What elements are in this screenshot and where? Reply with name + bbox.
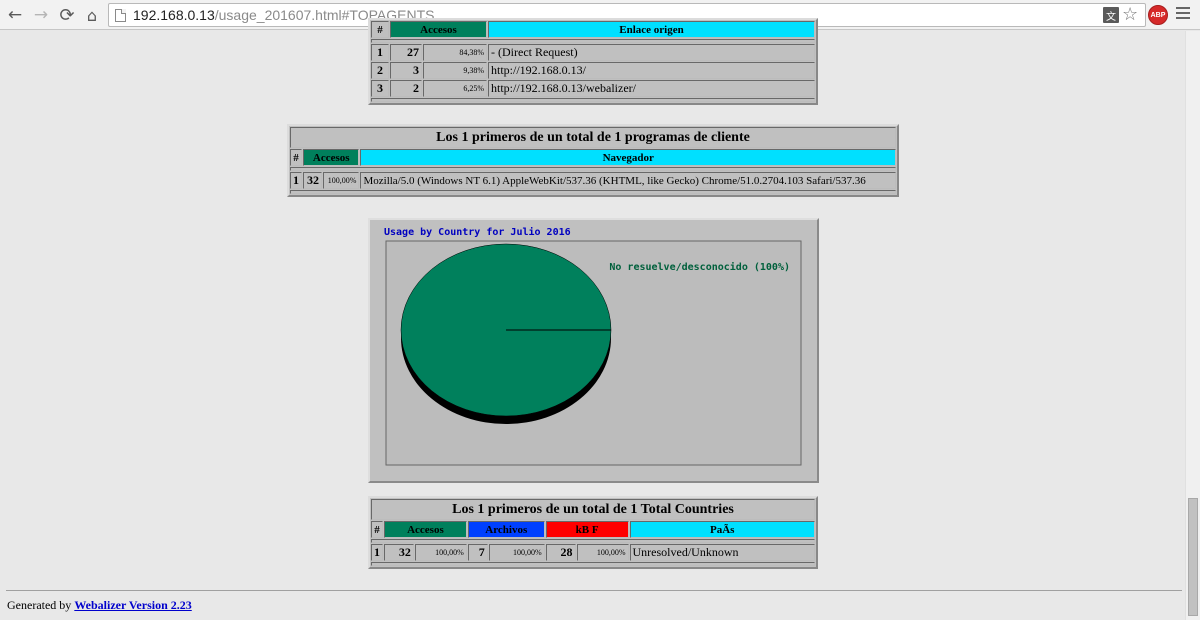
- header-hits: Accesos: [384, 521, 467, 538]
- header-index: #: [371, 521, 383, 538]
- page-icon: [115, 9, 126, 22]
- row-browser: Mozilla/5.0 (Windows NT 6.1) AppleWebKit…: [360, 172, 896, 189]
- table-row: 1 27 84,38% - (Direct Request): [371, 44, 815, 61]
- header-index: #: [371, 21, 389, 38]
- footer-prefix: Generated by: [7, 598, 72, 612]
- row-index: 1: [371, 44, 389, 61]
- agents-title-row: Los 1 primeros de un total de 1 programa…: [290, 127, 896, 148]
- bookmark-star-icon[interactable]: ☆: [1122, 4, 1138, 25]
- header-index: #: [290, 149, 302, 166]
- reload-button[interactable]: ⟳: [56, 4, 78, 26]
- back-button[interactable]: ←: [4, 4, 26, 26]
- row-referrer: - (Direct Request): [488, 44, 815, 61]
- row-index: 1: [371, 544, 383, 561]
- agents-title: Los 1 primeros de un total de 1 programa…: [290, 127, 896, 148]
- country-pie-chart: Usage by Country for Julio 2016 No resue…: [368, 218, 819, 483]
- header-kbytes: kB F: [545, 521, 629, 538]
- table-row: 1 32 100,00% 7 100,00% 28 100,00% Unreso…: [371, 544, 815, 561]
- home-button[interactable]: ⌂: [81, 4, 103, 26]
- separator-row: [371, 98, 815, 102]
- menu-icon[interactable]: [1176, 7, 1190, 21]
- arrow-right-icon: →: [33, 5, 49, 25]
- table-row: 1 32 100,00% Mozilla/5.0 (Windows NT 6.1…: [290, 172, 896, 189]
- row-hits: 2: [390, 80, 422, 97]
- header-files: Archivos: [467, 521, 545, 538]
- row-index: 3: [371, 80, 389, 97]
- countries-title: Los 1 primeros de un total de 1 Total Co…: [371, 499, 815, 520]
- row-pct: 84,38%: [423, 44, 487, 61]
- row-hits: 27: [390, 44, 422, 61]
- reload-icon: ⟳: [59, 4, 75, 26]
- translate-icon[interactable]: 文: [1103, 7, 1119, 23]
- countries-title-row: Los 1 primeros de un total de 1 Total Co…: [371, 499, 815, 520]
- header-browser: Navegador: [360, 149, 896, 166]
- scrollbar-thumb[interactable]: [1188, 498, 1198, 616]
- row-referrer: http://192.168.0.13/: [488, 62, 815, 79]
- referrers-table: # Accesos Enlace origen 1 27 84,38% - (D…: [368, 18, 818, 105]
- pie-chart-svg: Usage by Country for Julio 2016 No resue…: [384, 226, 802, 466]
- countries-table: Los 1 primeros de un total de 1 Total Co…: [368, 496, 818, 569]
- header-hits: Accesos: [390, 21, 487, 38]
- row-hits: 32: [303, 172, 322, 189]
- adblock-icon[interactable]: ABP: [1148, 5, 1168, 25]
- footer-divider: [6, 590, 1182, 591]
- separator-row: [290, 167, 896, 171]
- row-country: Unresolved/Unknown: [629, 544, 815, 561]
- row-pct: 6,25%: [423, 80, 487, 97]
- row-index: 1: [290, 172, 302, 189]
- row-kbytes: 28: [545, 544, 576, 561]
- webalizer-link[interactable]: Webalizer Version 2.23: [74, 598, 191, 612]
- table-row: 3 2 6,25% http://192.168.0.13/webalizer/: [371, 80, 815, 97]
- row-hits-pct: 100,00%: [414, 544, 467, 561]
- row-files-pct: 100,00%: [488, 544, 545, 561]
- separator-row: [371, 39, 815, 43]
- referrers-header-row: # Accesos Enlace origen: [371, 21, 815, 38]
- row-pct: 100,00%: [322, 172, 360, 189]
- arrow-left-icon: ←: [7, 5, 23, 25]
- row-hits: 3: [390, 62, 422, 79]
- home-icon: ⌂: [86, 5, 98, 25]
- agents-header-row: # Accesos Navegador: [290, 149, 896, 166]
- slice-label: No resuelve/desconocido (100%): [609, 261, 790, 273]
- countries-header-row: # Accesos Archivos kB F PaÃs: [371, 521, 815, 538]
- separator-row: [290, 190, 896, 194]
- separator-row: [371, 562, 815, 566]
- row-files: 7: [467, 544, 488, 561]
- row-referrer: http://192.168.0.13/webalizer/: [488, 80, 815, 97]
- vertical-scrollbar[interactable]: [1185, 31, 1200, 620]
- header-country: PaÃs: [629, 521, 815, 538]
- chart-title: Usage by Country for Julio 2016: [384, 226, 571, 238]
- header-hits: Accesos: [303, 149, 360, 166]
- pie-group: [400, 243, 612, 424]
- row-kbytes-pct: 100,00%: [576, 544, 629, 561]
- header-referrer: Enlace origen: [488, 21, 815, 38]
- footer: Generated by Webalizer Version 2.23: [7, 598, 192, 613]
- row-index: 2: [371, 62, 389, 79]
- row-pct: 9,38%: [423, 62, 487, 79]
- table-row: 2 3 9,38% http://192.168.0.13/: [371, 62, 815, 79]
- forward-button[interactable]: →: [30, 4, 52, 26]
- separator-row: [371, 539, 815, 543]
- url-host: 192.168.0.13: [133, 7, 215, 23]
- row-hits: 32: [384, 544, 414, 561]
- user-agents-table: Los 1 primeros de un total de 1 programa…: [287, 124, 899, 197]
